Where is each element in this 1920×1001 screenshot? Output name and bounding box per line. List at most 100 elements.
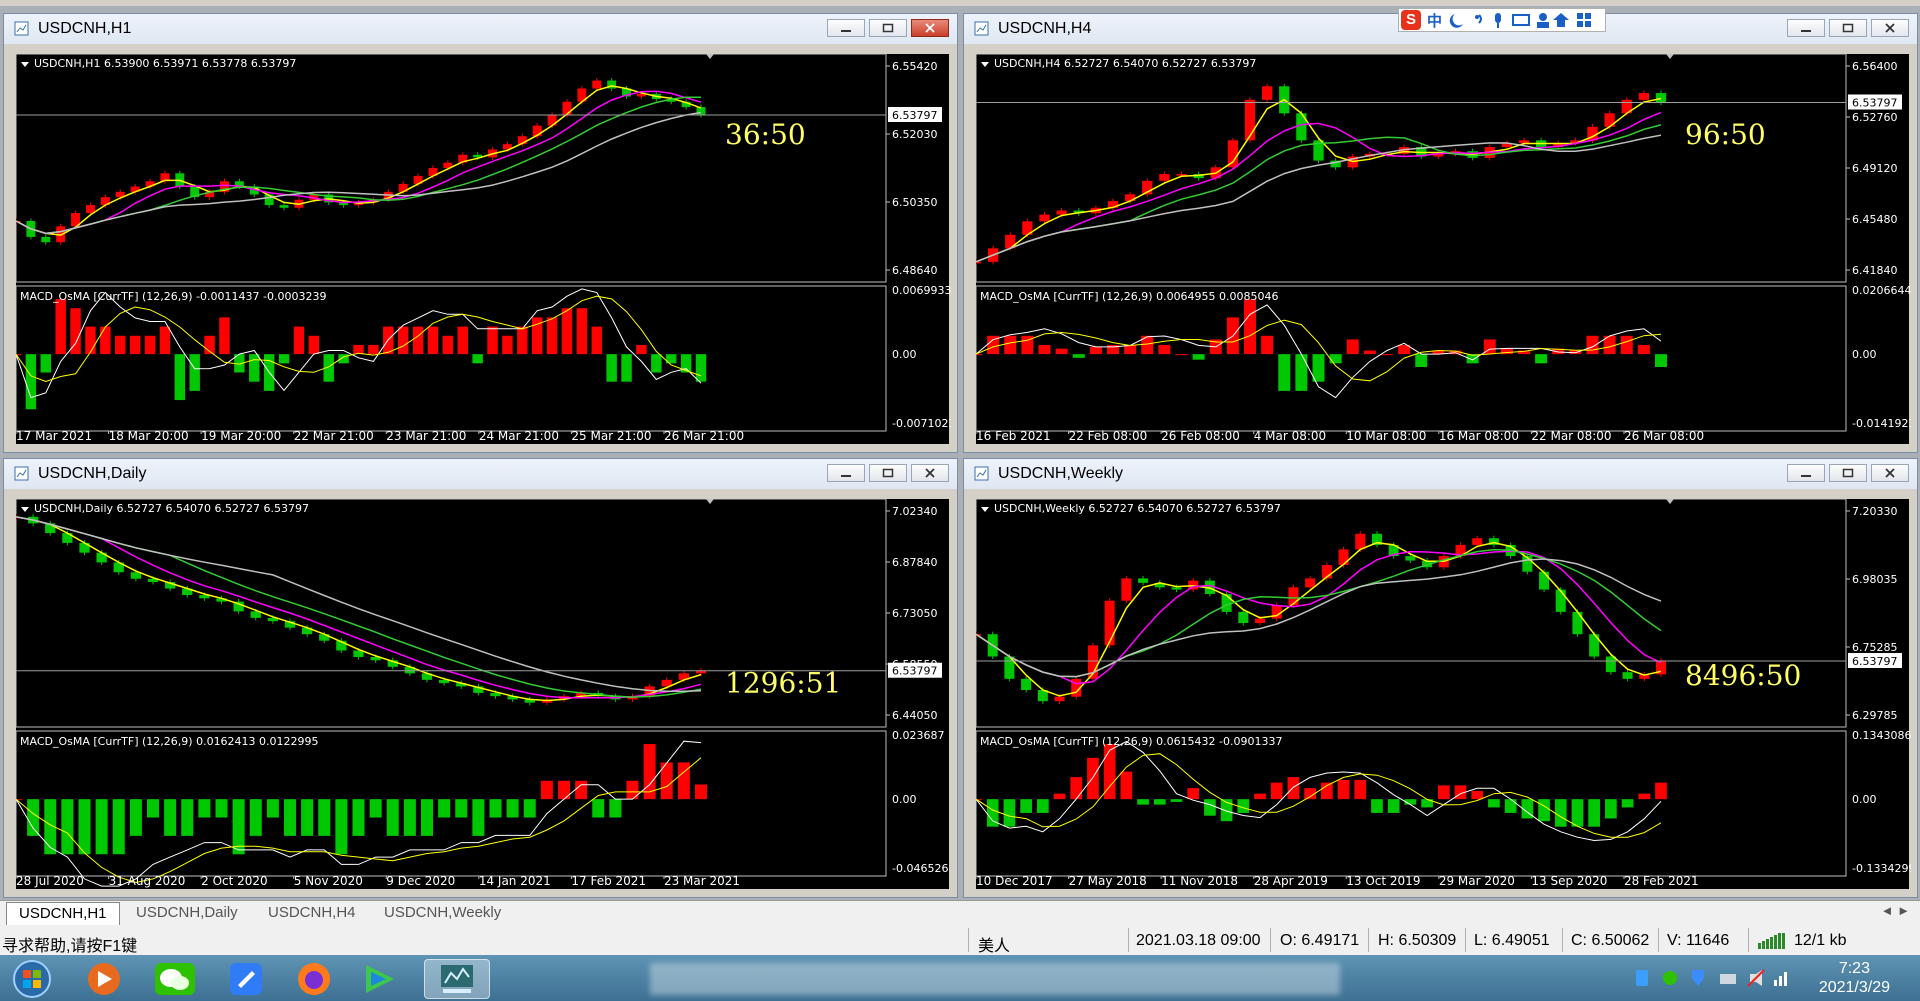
tab-usdcnh-weekly[interactable]: USDCNH,Weekly (372, 902, 513, 924)
collapse-triangle-icon[interactable] (981, 62, 989, 67)
taskbar-clock[interactable]: 7:23 2021/3/29 (1819, 959, 1890, 997)
status-divider (1465, 928, 1466, 952)
minimize-button[interactable] (827, 464, 865, 482)
macd-axis-label: -0.1334299 (1852, 862, 1911, 875)
maximize-button[interactable] (869, 464, 907, 482)
chart-window[interactable]: USDCNH,H1 USDCNH,H1 6.53900 6.53971 6.53… (3, 13, 958, 453)
close-button[interactable] (911, 19, 949, 37)
macd-axis-label: 0.00 (1852, 793, 1877, 806)
ma-silver-line (16, 516, 702, 693)
shift-marker-icon[interactable] (1666, 499, 1674, 504)
firefox-icon (298, 963, 330, 995)
minimize-button[interactable] (1787, 464, 1825, 482)
close-icon (1885, 468, 1895, 478)
maximize-button[interactable] (1829, 19, 1867, 37)
candle-body (1176, 174, 1187, 176)
chart-canvas[interactable]: USDCNH,H4 6.52727 6.54070 6.52727 6.5379… (976, 54, 1911, 444)
ime-tool-icons[interactable] (1449, 11, 1599, 29)
macd-axis-label: 0.00 (1852, 348, 1877, 361)
chart-canvas[interactable]: USDCNH,H1 6.53900 6.53971 6.53778 6.5379… (16, 54, 951, 444)
clock-time: 7:23 (1838, 960, 1870, 977)
taskbar-app-wechat[interactable] (146, 959, 204, 999)
tab-usdcnh-daily[interactable]: USDCNH,Daily (124, 902, 250, 924)
maximize-button[interactable] (1829, 464, 1867, 482)
taskbar-app-media[interactable] (80, 959, 128, 999)
chart-window-icon (974, 21, 989, 36)
macd-bar (1337, 779, 1350, 800)
candle-body (1305, 578, 1316, 588)
chart-window[interactable]: USDCNH,Weekly USDCNH,Weekly 6.52727 6.54… (963, 458, 1918, 898)
chart-window-titlebar[interactable]: USDCNH,Weekly (964, 459, 1917, 489)
price-axis-label: 7.20330 (1852, 505, 1898, 518)
chart-window-title: USDCNH,H1 (38, 20, 132, 37)
ma-silver-line (976, 558, 1662, 678)
close-button[interactable] (1871, 19, 1909, 37)
collapse-triangle-icon[interactable] (981, 507, 989, 512)
chart-window-titlebar[interactable]: USDCNH,H1 (4, 14, 957, 44)
macd-bar (1354, 779, 1367, 800)
chart-window[interactable]: USDCNH,Daily USDCNH,Daily 6.52727 6.5407… (3, 458, 958, 898)
candle-body (1572, 611, 1583, 635)
macd-bar (278, 354, 290, 364)
macd-bar (561, 308, 573, 355)
price-chart-svg: USDCNH,Daily 6.52727 6.54070 6.52727 6.5… (16, 499, 948, 888)
macd-bar (368, 344, 379, 355)
collapse-triangle-icon[interactable] (21, 507, 29, 512)
taskbar-app-feishu[interactable] (222, 959, 270, 999)
minimize-button[interactable] (827, 19, 865, 37)
macd-bar (517, 326, 528, 355)
chart-canvas[interactable]: USDCNH,Daily 6.52727 6.54070 6.52727 6.5… (16, 499, 949, 889)
chart-canvas[interactable]: USDCNH,Weekly 6.52727 6.54070 6.52727 6.… (976, 499, 1911, 889)
clock-date: 2021/3/29 (1818, 979, 1890, 996)
macd-bar (1571, 799, 1584, 827)
macd-bar (198, 799, 211, 818)
macd-axis-label: 0.0069933 (892, 284, 951, 297)
macd-indicator-label: MACD_OsMA [CurrTF] (12,26,9) 0.0064955 0… (980, 290, 1279, 303)
price-axis-label: 6.55420 (892, 60, 938, 73)
macd-bar (164, 799, 177, 836)
time-axis-label: 2 Oct 2020 (201, 874, 268, 888)
shift-marker-icon[interactable] (706, 54, 714, 59)
status-high: H: 6.50309 (1378, 932, 1457, 949)
macd-bar (606, 354, 617, 382)
close-button[interactable] (911, 464, 949, 482)
macd-bar (1488, 799, 1500, 808)
macd-bar (591, 326, 602, 355)
time-axis-label: 10 Dec 2017 (976, 874, 1053, 888)
status-profile[interactable]: 美人 (978, 932, 1010, 956)
taskbar-app-metatrader[interactable] (424, 959, 490, 999)
current-price-label: 6.53797 (892, 109, 938, 122)
price-axis-label: 6.49120 (1852, 162, 1898, 175)
ma-silver-line (16, 111, 702, 235)
close-button[interactable] (1871, 464, 1909, 482)
time-axis-label: 31 Aug 2020 (109, 874, 186, 888)
tab-usdcnh-h1[interactable]: USDCNH,H1 (6, 902, 120, 925)
start-button[interactable] (8, 959, 56, 999)
tab-scroll-arrows[interactable]: ◄ ► (1881, 903, 1910, 918)
ime-mode-label[interactable]: 中 (1427, 10, 1442, 31)
tab-usdcnh-h4[interactable]: USDCNH,H4 (256, 902, 368, 924)
time-axis-label: 17 Feb 2021 (571, 874, 646, 888)
candle-body (1338, 549, 1349, 566)
collapse-triangle-icon[interactable] (21, 62, 29, 67)
ime-toolbar[interactable]: S 中 (1398, 8, 1606, 32)
macd-axis-label: 0.023687 (892, 729, 945, 742)
price-chart-svg: USDCNH,H4 6.52727 6.54070 6.52727 6.5379… (976, 54, 1911, 443)
shift-marker-icon[interactable] (706, 499, 714, 504)
maximize-button[interactable] (869, 19, 907, 37)
minimize-button[interactable] (1787, 19, 1825, 37)
chart-window-titlebar[interactable]: USDCNH,Daily (4, 459, 957, 489)
chart-window[interactable]: USDCNH,H4 USDCNH,H4 6.52727 6.54070 6.52… (963, 13, 1918, 453)
macd-bar (1586, 335, 1599, 355)
taskbar-app-firefox[interactable] (290, 959, 338, 999)
macd-bar (112, 799, 125, 855)
candle-countdown-timer: 96:50 (1685, 118, 1766, 151)
system-tray-icons (1636, 969, 1787, 987)
shift-marker-icon[interactable] (1666, 54, 1674, 59)
windows-start-icon (13, 960, 51, 998)
macd-bar (1346, 339, 1359, 355)
candle-body (1518, 140, 1530, 144)
macd-bar (1153, 799, 1166, 805)
taskbar-app-player[interactable] (356, 959, 404, 999)
macd-bar (1053, 793, 1066, 800)
